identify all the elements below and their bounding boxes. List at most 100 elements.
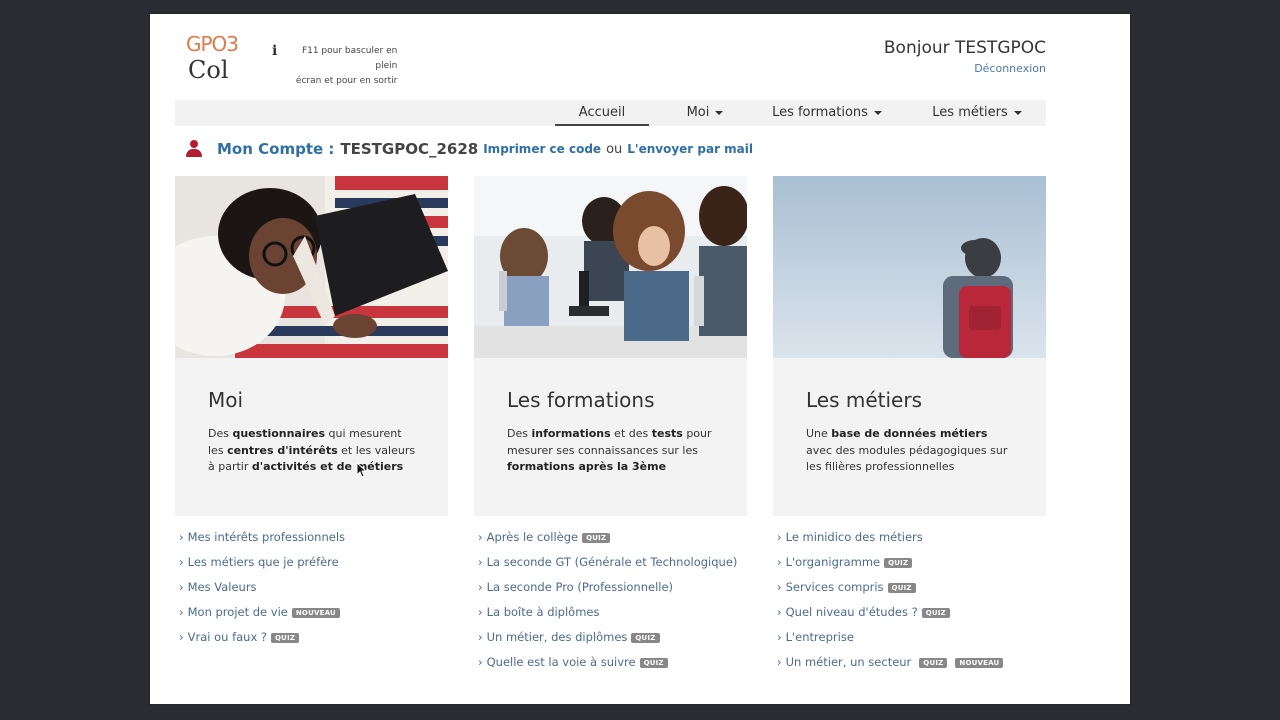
account-code: TESTGPOC_2628 (340, 140, 479, 158)
print-code-link[interactable]: Imprimer ce code (483, 142, 601, 156)
desc-text: Une (806, 427, 832, 440)
list-item[interactable]: › Mes intérêts professionnels (179, 530, 345, 555)
quiz-badge: QUIZ (921, 608, 950, 618)
links-moi: › Mes intérêts professionnels › Les métier… (179, 530, 345, 655)
list-item[interactable]: › L'entreprise (777, 630, 1003, 655)
desc-text: et des (610, 427, 652, 440)
nav-metiers-label: Les métiers (932, 105, 1008, 120)
desc-bold: d'activités et de métiers (251, 460, 404, 473)
desc-bold: centres d'intérêts (227, 443, 338, 457)
nav-moi-label: Moi (686, 105, 710, 120)
hint-line-1: F11 pour basculer en plein (301, 46, 398, 71)
list-item[interactable]: › Mon projet de vie NOUVEAU (179, 605, 345, 630)
nav-metiers[interactable]: Les métiers (915, 100, 1039, 126)
nav-accueil-label: Accueil (578, 105, 626, 120)
nouveau-badge: NOUVEAU (955, 658, 1004, 668)
info-icon: i (272, 43, 278, 59)
chevron-right-icon: › (777, 655, 782, 669)
nav-accueil[interactable]: Accueil (555, 100, 649, 126)
desc-bold: base de données métiers (831, 427, 988, 440)
user-icon (186, 140, 202, 158)
card-metiers[interactable]: Les métiers Une base de données métiers … (773, 176, 1046, 516)
card-moi-title: Moi (208, 388, 244, 412)
logo[interactable]: GPO3 Col (182, 30, 248, 86)
quiz-badge: QUIZ (919, 658, 948, 668)
desc-text: Des (507, 427, 532, 440)
chevron-right-icon: › (777, 630, 782, 644)
page: GPO3 Col i F11 pour basculer en plein éc… (150, 14, 1130, 704)
link-label: La seconde GT (Générale et Technologique… (486, 555, 738, 569)
nav-moi[interactable]: Moi (665, 100, 745, 126)
chevron-right-icon: › (179, 605, 184, 619)
account-line: Mon Compte : TESTGPOC_2628 Imprimer ce c… (186, 138, 753, 160)
link-label: La boîte à diplômes (486, 605, 600, 619)
chevron-right-icon: › (478, 655, 483, 669)
nav-formations[interactable]: Les formations (757, 100, 897, 126)
logout-link[interactable]: Déconnexion (974, 62, 1046, 75)
chevron-right-icon: › (179, 630, 184, 644)
fullscreen-hint: i F11 pour basculer en plein écran et po… (272, 44, 397, 89)
card-moi-image (175, 176, 448, 358)
list-item[interactable]: › Quelle est la voie à suivre QUIZ (478, 655, 737, 680)
desc-bold: tests (651, 427, 683, 440)
caret-down-icon (1013, 110, 1022, 115)
link-label: Vrai ou faux ? (187, 630, 268, 644)
chevron-right-icon: › (478, 580, 483, 594)
greeting: Bonjour TESTGPOC (883, 38, 1046, 58)
chevron-right-icon: › (777, 530, 782, 544)
link-label: Le minidico des métiers (785, 530, 923, 544)
link-label: La seconde Pro (Professionnelle) (486, 580, 674, 594)
desc-bold: informations (531, 427, 611, 440)
chevron-right-icon: › (777, 605, 782, 619)
card-formations-desc: Des informations et des tests pour mesur… (507, 426, 715, 476)
link-label: Après le collège (486, 530, 579, 544)
nav-formations-label: Les formations (772, 105, 868, 120)
card-metiers-title: Les métiers (806, 388, 923, 412)
link-label: Mes Valeurs (187, 580, 257, 594)
chevron-right-icon: › (777, 555, 782, 569)
list-item[interactable]: › Mes Valeurs (179, 580, 345, 605)
quiz-badge: QUIZ (582, 533, 611, 543)
quiz-badge: QUIZ (884, 558, 913, 568)
link-label: L'organigramme (785, 555, 881, 569)
link-label: Les métiers que je préfère (187, 555, 339, 569)
list-item[interactable]: › Quel niveau d'études ? QUIZ (777, 605, 1003, 630)
desc-text: avec des modules pédagogiques sur les fi… (806, 443, 1008, 474)
list-item[interactable]: › Après le collège QUIZ (478, 530, 737, 555)
card-moi-desc: Des questionnaires qui mesurent les cent… (208, 426, 416, 476)
chevron-right-icon: › (777, 580, 782, 594)
or-text: ou (606, 141, 623, 157)
caret-down-icon (715, 110, 724, 115)
chevron-right-icon: › (478, 530, 483, 544)
list-item[interactable]: › Vrai ou faux ? QUIZ (179, 630, 345, 655)
links-metiers: › Le minidico des métiers › L'organigramme… (777, 530, 1004, 680)
chevron-right-icon: › (179, 555, 184, 569)
link-label: Mon projet de vie (187, 605, 288, 619)
list-item[interactable]: › Le minidico des métiers (777, 530, 1003, 555)
list-item[interactable]: › La boîte à diplômes (478, 605, 737, 630)
list-item[interactable]: › Services compris QUIZ (777, 580, 1003, 605)
hint-line-2: écran et pour en sortir (295, 76, 398, 86)
list-item[interactable]: › La seconde GT (Générale et Technologiqu… (478, 555, 737, 580)
link-label: Services compris (785, 580, 884, 594)
quiz-badge: QUIZ (639, 658, 668, 668)
link-label: Quel niveau d'études ? (785, 605, 918, 619)
card-metiers-image (773, 176, 1046, 358)
quiz-badge: QUIZ (631, 633, 660, 643)
account-label: Mon Compte : (217, 140, 335, 158)
list-item[interactable]: › Un métier, des diplômes QUIZ (478, 630, 737, 655)
logo-col: Col (188, 56, 229, 84)
main-nav: Accueil Moi Les formations Les métiers (175, 100, 1046, 126)
list-item[interactable]: › L'organigramme QUIZ (777, 555, 1003, 580)
link-label: L'entreprise (785, 630, 854, 644)
list-item[interactable]: › La seconde Pro (Professionnelle) (478, 580, 737, 605)
list-item[interactable]: › Les métiers que je préfère (179, 555, 345, 580)
card-moi[interactable]: Moi Des questionnaires qui mesurent les … (175, 176, 448, 516)
card-formations[interactable]: Les formations Des informations et des t… (474, 176, 747, 516)
link-label: Un métier, un secteur (785, 655, 912, 669)
card-formations-title: Les formations (507, 388, 655, 412)
card-metiers-desc: Une base de données métiers avec des mod… (806, 426, 1014, 476)
mouse-cursor-icon (356, 462, 368, 478)
send-mail-link[interactable]: L'envoyer par mail (627, 142, 753, 156)
list-item[interactable]: › Un métier, un secteur QUIZ NOUVEAU (777, 655, 1004, 680)
